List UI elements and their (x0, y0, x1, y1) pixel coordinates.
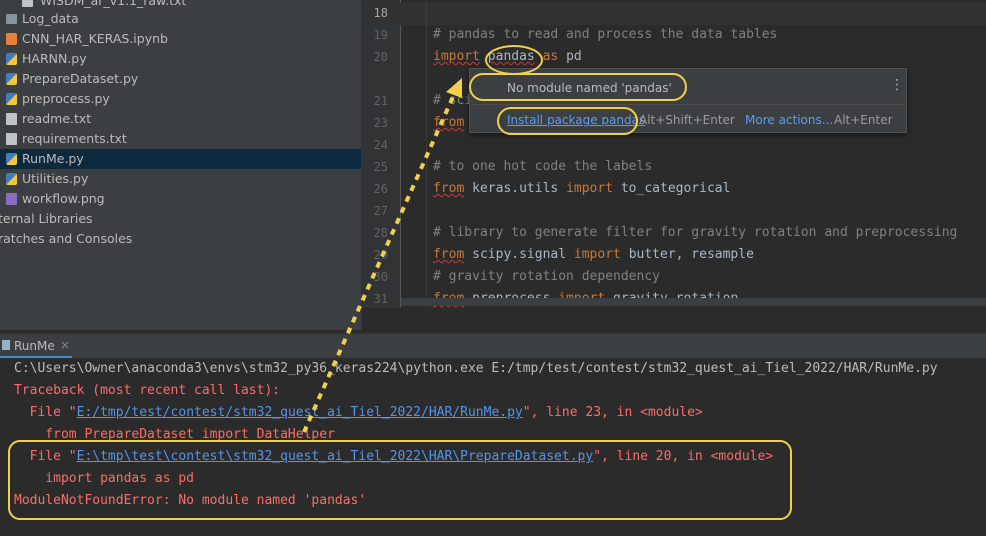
fold-guide (426, 0, 427, 308)
python-file-icon (6, 73, 17, 85)
text-file-icon (22, 0, 33, 7)
tree-item-runme[interactable]: RunMe.py (0, 149, 361, 169)
frame-suffix: ", line 23, in <module> (522, 405, 703, 420)
python-file-icon (6, 93, 17, 105)
tree-item-preprocess[interactable]: preprocess.py (0, 89, 361, 109)
run-tab-label[interactable]: RunMe (14, 339, 55, 353)
folder-icon (6, 14, 17, 24)
notebook-file-icon (6, 33, 17, 45)
more-actions-link[interactable]: More actions... (745, 113, 833, 127)
line-number: 28 (373, 226, 388, 240)
tree-item-scratches-consoles[interactable]: ratches and Consoles (0, 229, 361, 249)
code-line-25: # to one hot code the labels (433, 159, 653, 174)
line-number: 31 (373, 292, 388, 306)
line-number: 30 (373, 270, 388, 284)
run-panel-header: RunMe × (0, 333, 986, 358)
tree-item-harnn[interactable]: HARNN.py (0, 49, 361, 69)
module-name: keras.utils (472, 181, 559, 196)
kebab-menu-icon[interactable]: ⋮ (890, 77, 904, 93)
line-number: 18 (373, 6, 388, 20)
module-name: scipy.signal (472, 247, 567, 262)
run-config-icon (2, 340, 10, 350)
import-name: butter, resample (628, 247, 754, 262)
annotation-outline-install (497, 107, 638, 135)
code-line-29: from scipy.signal import butter, resampl… (433, 247, 754, 262)
file-path-link[interactable]: E:/tmp/test/contest/stm32_quest_ai_Tiel_… (77, 405, 523, 420)
console-frame-1: File "E:/tmp/test/contest/stm32_quest_ai… (14, 405, 703, 420)
annotation-ellipse-pandas (485, 45, 543, 75)
annotation-outline-message (469, 73, 687, 101)
tree-item-requirements[interactable]: requirements.txt (0, 129, 361, 149)
line-number: 19 (373, 28, 388, 42)
tree-item-cnn-har-keras[interactable]: CNN_HAR_KERAS.ipynb (0, 29, 361, 49)
line-number: 23 (373, 116, 388, 130)
tree-item-readme[interactable]: readme.txt (0, 109, 361, 129)
text-file-icon (6, 113, 17, 125)
image-file-icon (6, 193, 17, 205)
project-tree: WISDM_ar_v1.1_raw.txt Log_data CNN_HAR_K… (0, 0, 361, 330)
keyword: from (433, 181, 465, 196)
line-number: 26 (373, 182, 388, 196)
current-line-highlight (362, 3, 986, 25)
code-line-28: # library to generate filter for gravity… (433, 225, 958, 240)
keyword: from (433, 115, 465, 130)
code-line-30: # gravity rotation dependency (433, 269, 660, 284)
keyword: as (542, 49, 559, 64)
tree-item-log-data[interactable]: Log_data (0, 9, 361, 29)
tree-item-utilities[interactable]: Utilities.py (0, 169, 361, 189)
console-traceback-header: Traceback (most recent call last): (14, 383, 281, 398)
keyword: from (433, 247, 465, 262)
import-name: to_categorical (620, 181, 731, 196)
code-line-26: from keras.utils import to_categorical (433, 181, 730, 196)
tree-item-workflow[interactable]: workflow.png (0, 189, 361, 209)
line-number: 24 (373, 138, 388, 152)
tree-item-preparedataset[interactable]: PrepareDataset.py (0, 69, 361, 89)
console-command-line: C:\Users\Owner\anaconda3\envs\stm32_py36… (14, 361, 938, 376)
text-file-icon (6, 133, 17, 145)
python-file-icon (6, 173, 17, 185)
line-number: 20 (373, 50, 388, 64)
line-number: 29 (373, 248, 388, 262)
annotation-box-error (8, 440, 792, 520)
line-number: 27 (373, 204, 388, 218)
python-file-icon (6, 153, 17, 165)
keyword: import (573, 247, 621, 262)
keyword: import (566, 181, 614, 196)
more-actions-shortcut: Alt+Enter (834, 113, 893, 127)
alias: pd (566, 49, 582, 64)
close-icon[interactable]: × (60, 338, 70, 352)
python-file-icon (6, 53, 17, 65)
frame-prefix: File " (14, 405, 77, 420)
tree-item-external-libraries[interactable]: ternal Libraries (0, 209, 361, 229)
install-shortcut: Alt+Shift+Enter (639, 113, 735, 127)
line-number: 25 (373, 160, 388, 174)
editor-horizontal-scrollbar[interactable] (401, 298, 986, 306)
popup-divider (470, 104, 906, 105)
code-line-19: # pandas to read and process the data ta… (433, 27, 778, 42)
keyword: import (433, 49, 480, 64)
